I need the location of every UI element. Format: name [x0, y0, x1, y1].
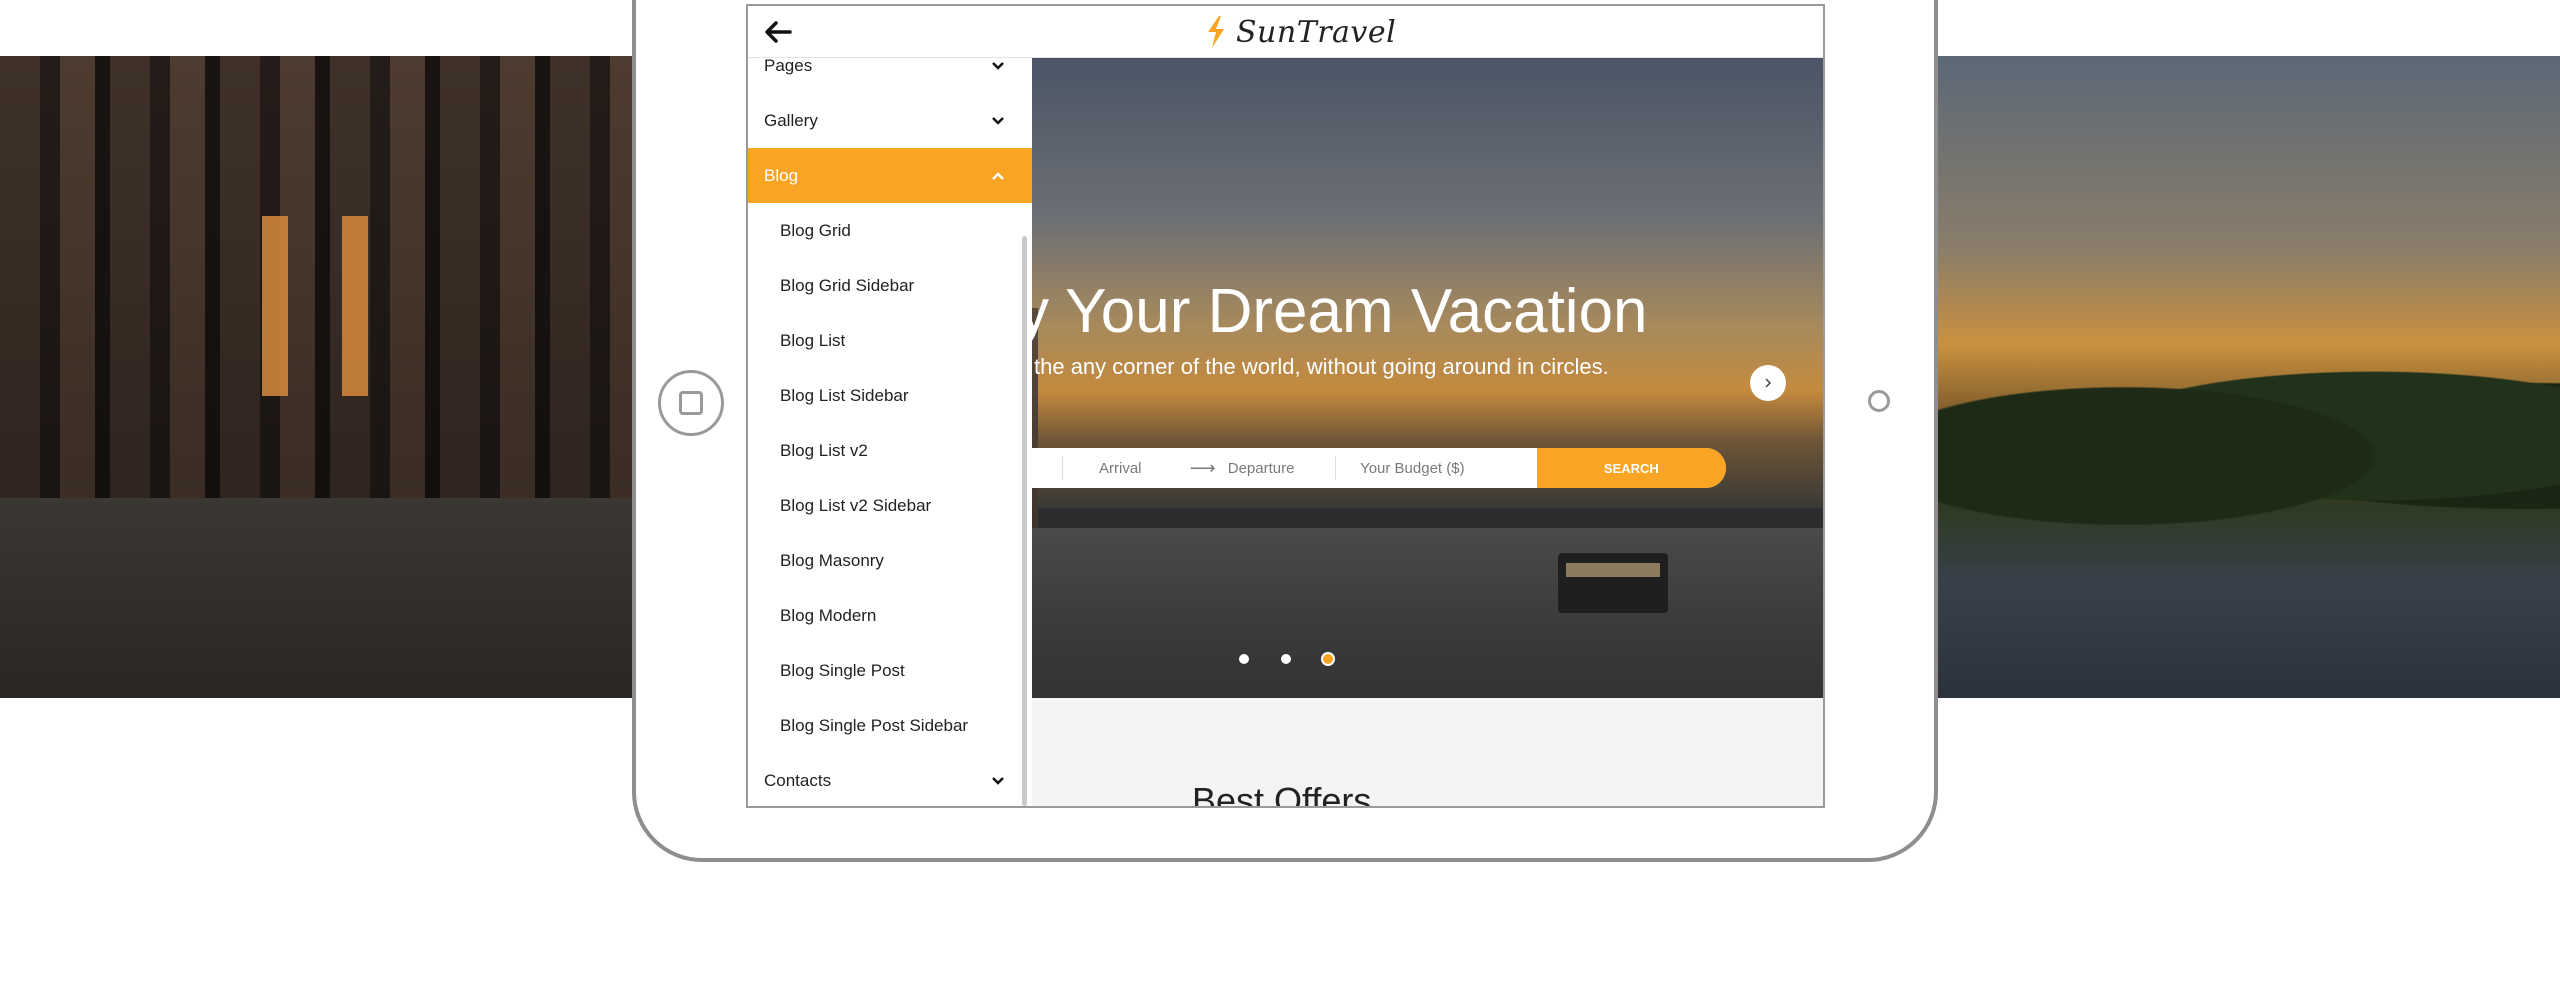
chevron-up-icon	[992, 171, 1004, 180]
hero-river	[978, 528, 1823, 698]
building-light	[262, 216, 288, 396]
chevron-down-icon	[992, 61, 1004, 70]
slider-dots	[1239, 654, 1333, 664]
slider-dot-3[interactable]	[1323, 654, 1333, 664]
top-bar: SunTravel	[748, 6, 1823, 58]
menu-item-pages[interactable]: Pages	[748, 58, 1032, 93]
submenu-item-blog-single-post-sidebar[interactable]: Blog Single Post Sidebar	[748, 698, 1024, 753]
chevron-right-icon	[1765, 378, 1772, 388]
background-photo-left	[0, 56, 632, 698]
search-button[interactable]: SEARCH	[1536, 448, 1726, 488]
hero-bridge	[1038, 508, 1823, 530]
search-form: Arrival ⟶ Departure Your Budget ($) SEAR…	[1026, 448, 1726, 488]
arrow-right-icon: ⟶	[1189, 457, 1216, 478]
tablet-camera	[1868, 390, 1890, 412]
lightning-logo-icon	[1208, 16, 1224, 48]
site-logo[interactable]: SunTravel	[1204, 14, 1396, 50]
logo-text: SunTravel	[1236, 14, 1397, 50]
tablet-home-button[interactable]	[658, 370, 724, 436]
hero-boat	[1558, 553, 1668, 613]
menu-scrollbar[interactable]	[1022, 236, 1027, 806]
chevron-down-icon	[992, 116, 1004, 125]
departure-input[interactable]: Departure	[1228, 448, 1335, 488]
tablet-screen: SunTravel y Your Dream Vacation the any …	[746, 4, 1825, 808]
submenu-item-blog-list-sidebar[interactable]: Blog List Sidebar	[748, 368, 1024, 423]
budget-input[interactable]: Your Budget ($)	[1335, 456, 1537, 480]
submenu-item-blog-grid-sidebar[interactable]: Blog Grid Sidebar	[748, 258, 1024, 313]
trees-silhouette	[1937, 336, 2560, 536]
menu-item-label: Contacts	[764, 770, 832, 790]
submenu-item-blog-list[interactable]: Blog List	[748, 313, 1024, 368]
chevron-down-icon	[992, 776, 1004, 785]
submenu-item-blog-list-v2[interactable]: Blog List v2	[748, 423, 1024, 478]
side-menu: Pages Gallery Blog Blog Grid Blog Grid S…	[748, 58, 1032, 806]
slider-next-button[interactable]	[1750, 365, 1786, 401]
menu-item-contacts[interactable]: Contacts	[748, 753, 1032, 806]
back-arrow-icon[interactable]	[762, 16, 796, 48]
submenu-item-blog-grid[interactable]: Blog Grid	[748, 203, 1024, 258]
menu-item-label: Pages	[764, 58, 813, 75]
submenu-item-blog-modern[interactable]: Blog Modern	[748, 588, 1024, 643]
slider-dot-2[interactable]	[1281, 654, 1291, 664]
background-photo-right	[1937, 56, 2560, 698]
home-square-icon	[679, 391, 703, 415]
submenu-item-blog-single-post[interactable]: Blog Single Post	[748, 643, 1024, 698]
menu-item-blog[interactable]: Blog	[748, 148, 1032, 203]
slider-dot-1[interactable]	[1239, 654, 1249, 664]
menu-item-label: Blog	[764, 165, 799, 185]
menu-item-gallery[interactable]: Gallery	[748, 93, 1032, 148]
submenu-item-blog-list-v2-sidebar[interactable]: Blog List v2 Sidebar	[748, 478, 1024, 533]
best-offers-title: Best Offers	[1192, 780, 1372, 808]
building-light	[342, 216, 368, 396]
submenu-item-blog-masonry[interactable]: Blog Masonry	[748, 533, 1024, 588]
arrival-input[interactable]: Arrival	[1062, 456, 1190, 480]
menu-item-label: Gallery	[764, 110, 818, 130]
